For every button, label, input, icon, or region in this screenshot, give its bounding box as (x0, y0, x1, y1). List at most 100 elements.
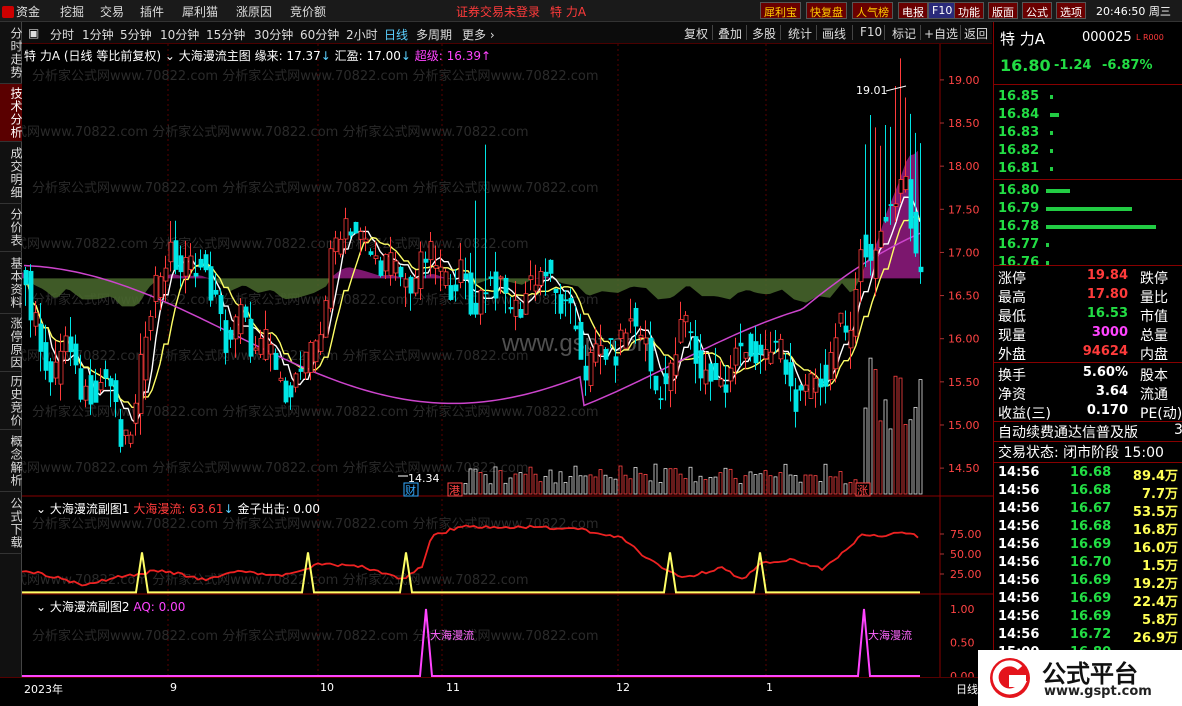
bid-price[interactable]: 16.78 (998, 219, 1039, 234)
tick-price: 16.68 (1070, 483, 1112, 498)
candle-body (263, 329, 269, 360)
left-tab-bar: 分时走势 技术分析 成交明细 分价表 基本资料 涨停原因 历史竞价 概念解析 公… (0, 22, 23, 698)
chevron-down-icon[interactable]: ⌄ (36, 600, 50, 614)
candle-body (698, 350, 704, 379)
bid-price[interactable]: 16.79 (998, 201, 1039, 216)
menu-item-xilimao[interactable]: 犀利猫 (182, 3, 218, 20)
sub2-title[interactable]: 大海漫流副图2 (50, 600, 130, 614)
overlay-button[interactable]: 叠加 (718, 25, 742, 42)
xilibao-button[interactable]: 犀利宝 (760, 2, 801, 19)
tab-concept[interactable]: 概念解析 (0, 430, 23, 492)
tab-limit-reason[interactable]: 涨停原因 (0, 314, 23, 372)
candle-body (798, 385, 804, 391)
layout-button[interactable]: 版面 (988, 2, 1018, 19)
adjust-button[interactable]: 复权 (684, 25, 708, 42)
back-button[interactable]: 返回 (964, 25, 988, 42)
period-5min[interactable]: 5分钟 (120, 26, 152, 43)
logo-mark-icon (990, 658, 1030, 698)
period-multi[interactable]: 多周期 (416, 26, 452, 43)
period-1min[interactable]: 1分钟 (82, 26, 114, 43)
ask-price[interactable]: 16.85 (998, 89, 1039, 104)
candle-body (518, 309, 524, 318)
options-button[interactable]: 选项 (1056, 2, 1086, 19)
function-button[interactable]: 功能 (954, 2, 984, 19)
candle-body (673, 354, 679, 376)
add-watch-button[interactable]: +自选 (924, 25, 958, 42)
stats-button[interactable]: 统计 (788, 25, 812, 42)
login-status[interactable]: 证券交易未登录 (456, 3, 540, 20)
chart-area[interactable]: 分析家公式网www.70822.com 分析家公式网www.70822.com … (22, 44, 993, 677)
stat-value: 16.53 (1086, 306, 1128, 321)
panel-icon[interactable]: ▣ (28, 26, 39, 40)
bid-volume-bar (1046, 189, 1071, 193)
candle-body (123, 429, 129, 437)
ask-price[interactable]: 16.82 (998, 143, 1039, 158)
period-30min[interactable]: 30分钟 (254, 26, 293, 43)
period-2h[interactable]: 2小时 (346, 26, 378, 43)
formula-button[interactable]: 公式 (1022, 2, 1052, 19)
candle-body (333, 237, 339, 253)
period-60min[interactable]: 60分钟 (300, 26, 339, 43)
ask-price[interactable]: 16.84 (998, 107, 1039, 122)
tab-basic-info[interactable]: 基本资料 (0, 252, 23, 314)
x-axis-label: 2023年 (24, 683, 63, 696)
watermark-text: 分析家公式网www.70822.com 分析家公式网www.70822.com … (32, 628, 599, 644)
sub1-title[interactable]: 大海漫流副图1 (50, 502, 130, 516)
candle-body (758, 344, 764, 355)
bid-price[interactable]: 16.80 (998, 183, 1039, 198)
ask-price[interactable]: 16.81 (998, 161, 1039, 176)
popularity-button[interactable]: 人气榜 (852, 2, 893, 19)
period-more[interactable]: 更多 › (462, 26, 495, 43)
candle-body (188, 255, 194, 270)
arrow-down-icon: ↓ (320, 49, 335, 63)
tick-time: 14:56 (998, 573, 1040, 588)
tab-history-auction[interactable]: 历史竞价 (0, 372, 23, 430)
menu-item-trade[interactable]: 交易 (100, 3, 124, 20)
candle-body (638, 334, 644, 339)
menu-item-plugins[interactable]: 插件 (140, 3, 164, 20)
period-10min[interactable]: 10分钟 (160, 26, 199, 43)
sub2-header: ⌄ 大海漫流副图2 AQ: 0.00 (36, 598, 185, 615)
f10-toolbar-button[interactable]: F10 (860, 25, 882, 39)
menu-item-limit-reason[interactable]: 涨原因 (236, 3, 272, 20)
candle-body (423, 258, 429, 263)
tick-time: 14:56 (998, 501, 1040, 516)
notice-row[interactable]: 自动续费通达信普及版 3 (994, 421, 1182, 441)
bid-volume-bar (1046, 207, 1132, 211)
menu-item-funds[interactable]: 资金 (2, 3, 40, 20)
stats-table: 涨停 19.84 跌停 最高 17.80 量比 最低 16.53 市值 现量 3000 总量 外盘 946… (994, 265, 1182, 363)
candle-body (213, 289, 219, 295)
sub2-signal-label: 大海漫流 (430, 628, 474, 642)
candle-body (603, 348, 609, 360)
menu-item-mining[interactable]: 挖掘 (60, 3, 84, 20)
candle-body (898, 179, 904, 194)
chevron-down-icon[interactable]: ⌄ (36, 502, 50, 516)
tab-trade-detail[interactable]: 成交明细 (0, 142, 23, 204)
chevron-down-icon[interactable]: ⌄ (165, 49, 179, 63)
replay-button[interactable]: 快复盘 (806, 2, 847, 19)
mark-button[interactable]: 标记 (892, 25, 916, 42)
menu-item-auction[interactable]: 竞价额 (290, 3, 326, 20)
period-daily[interactable]: 日线 (384, 26, 408, 43)
main-indicator-name[interactable]: 大海漫流主图 (179, 49, 251, 63)
multi-stock-button[interactable]: 多股 (752, 25, 776, 42)
sub1-header: ⌄ 大海漫流副图1 大海漫流: 63.61↓ 金子出击: 0.00 (36, 500, 320, 517)
tab-intraday[interactable]: 分时走势 (0, 22, 23, 84)
candle-body (838, 312, 844, 324)
candle-body (438, 266, 444, 272)
bid-price[interactable]: 16.77 (998, 237, 1039, 252)
ask-price[interactable]: 16.83 (998, 125, 1039, 140)
period-15min[interactable]: 15分钟 (206, 26, 245, 43)
tab-technical[interactable]: 技术分析 (0, 84, 23, 142)
draw-button[interactable]: 画线 (822, 25, 846, 42)
time-axis-bar: 2023年 9 10 11 12 1 日线 (0, 677, 993, 698)
candle-body (803, 384, 809, 392)
candle-body (318, 334, 324, 352)
tab-price-table[interactable]: 分价表 (0, 204, 23, 252)
news-button[interactable]: 电报 (898, 2, 928, 19)
tab-formula-download[interactable]: 公式下载 (0, 492, 23, 554)
tick-time: 14:56 (998, 627, 1040, 642)
f10-button[interactable]: F10 (928, 2, 957, 19)
period-intraday[interactable]: 分时 (50, 26, 74, 43)
candle-body (223, 320, 229, 353)
